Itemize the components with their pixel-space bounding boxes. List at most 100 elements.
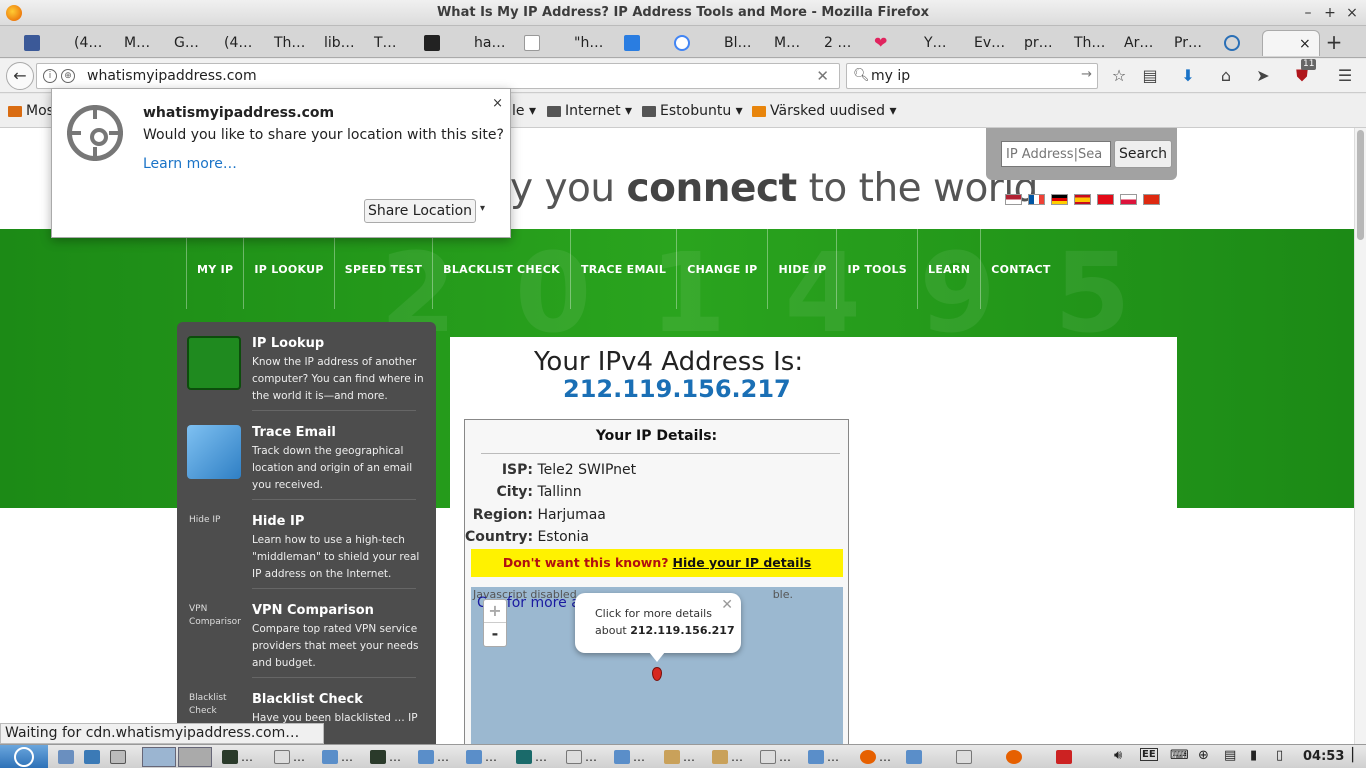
taskbar-item[interactable]: … [466,747,497,767]
clear-url-icon[interactable]: ✕ [816,67,829,85]
workspace-2[interactable] [178,747,212,767]
taskbar-item[interactable] [906,747,925,767]
share-options-dropdown[interactable]: ▾ [480,203,485,214]
tr-flag-icon[interactable] [1097,194,1114,205]
close-window-button[interactable]: × [1342,3,1362,23]
clock[interactable]: 04:53 [1303,749,1344,764]
tab[interactable]: "h… [574,30,603,56]
zoom-out-button[interactable]: - [484,623,506,646]
sidebar-item-vpn-comparison[interactable]: VPN Comparison VPN Comparison Compare to… [177,589,436,678]
send-icon[interactable]: ➤ [1252,65,1274,87]
taskbar-item[interactable]: … [712,747,743,767]
launcher-window-icon[interactable] [110,747,129,767]
taskbar-item[interactable]: … [274,747,305,767]
menu-learn[interactable]: LEARN [917,229,980,309]
vertical-scrollbar[interactable] [1354,128,1366,744]
tab[interactable]: M… [124,30,150,56]
url-text[interactable]: whatismyipaddress.com [87,68,257,84]
taskbar-item-firefox[interactable]: … [860,747,891,767]
keyboard-layout-icon[interactable]: EE [1140,748,1158,761]
keyboard-icon[interactable]: ⌨ [1170,748,1189,763]
tab-heart[interactable]: ❤ [874,30,896,56]
bookmark-most-visited[interactable]: Mos [8,103,54,119]
ublock-icon[interactable]: ⛊ 11 [1291,59,1317,87]
taskbar-item-firefox-2[interactable] [1006,747,1025,767]
reading-list-icon[interactable]: ▤ [1139,65,1161,87]
taskbar-item[interactable]: … [222,747,253,767]
start-button[interactable] [0,745,48,768]
de-flag-icon[interactable] [1051,194,1068,205]
tab[interactable]: (4… [224,30,252,56]
close-popup-button[interactable]: × [492,96,503,111]
tab[interactable]: ha… [474,30,505,56]
menu-contact[interactable]: CONTACT [980,229,1060,309]
zoom-in-button[interactable]: + [484,600,506,623]
tab[interactable]: pr… [1024,30,1053,56]
bookmark-rss-news[interactable]: Värsked uudised ▾ [752,103,896,119]
taskbar-item[interactable]: … [808,747,839,767]
menu-trace-email[interactable]: TRACE EMAIL [569,229,676,309]
download-icon[interactable]: ⬇ [1177,65,1199,87]
search-go-icon[interactable]: → [1081,67,1092,82]
tab[interactable]: Ar… [1124,30,1153,56]
tab-active[interactable]: × [1262,30,1320,56]
menu-speed-test[interactable]: SPEED TEST [333,229,432,309]
tab[interactable]: M… [774,30,800,56]
tab[interactable]: G… [174,30,199,56]
location-permission-icon[interactable]: ⊕ [61,69,75,83]
tab[interactable]: 2 … [824,30,851,56]
taskbar-item[interactable]: … [418,747,449,767]
taskbar-item[interactable]: … [566,747,597,767]
menu-icon[interactable]: ☰ [1334,65,1356,87]
menu-my-ip[interactable]: MY IP [186,229,243,309]
workspace-1[interactable] [142,747,176,767]
cn-flag-icon[interactable] [1143,194,1160,205]
tab[interactable]: T… [374,30,397,56]
learn-more-link[interactable]: Learn more… [143,156,237,172]
tab-d[interactable] [624,30,646,56]
tab-nyt[interactable] [424,30,446,56]
tab-wikipedia[interactable] [524,30,546,56]
tab[interactable]: Pr… [1174,30,1202,56]
location-map[interactable]: Javascript disabledble. Cfor more about … [471,587,843,744]
tab[interactable]: (4… [74,30,102,56]
new-tab-button[interactable]: + [1322,30,1346,54]
taskbar-item[interactable]: … [322,747,353,767]
tab[interactable]: Bl… [724,30,752,56]
search-bar[interactable]: 🔍︎ → [846,63,1098,89]
taskbar-item[interactable]: … [760,747,791,767]
minimize-button[interactable]: – [1298,3,1318,23]
ip-search-input[interactable] [1001,141,1111,167]
volume-icon[interactable]: 🔊︎ [1114,748,1122,763]
sidebar-item-trace-email[interactable]: Trace Email Track down the geographical … [177,411,436,500]
tab[interactable]: lib… [324,30,355,56]
url-bar[interactable]: i ⊕ whatismyipaddress.com ✕ [36,63,840,89]
map-pin-icon[interactable] [652,667,662,681]
network-icon[interactable]: ▮ [1250,748,1257,763]
sidebar-item-ip-lookup[interactable]: IP Lookup Know the IP address of another… [177,322,436,411]
home-icon[interactable]: ⌂ [1215,65,1237,87]
taskbar-item[interactable] [956,747,975,767]
show-desktop-button[interactable]: ▏ [1352,748,1362,763]
bookmark-folder-estobuntu[interactable]: Estobuntu ▾ [642,103,743,119]
taskbar-item[interactable]: … [664,747,695,767]
tab[interactable]: Y… [924,30,947,56]
tab[interactable]: Ev… [974,30,1005,56]
launcher-files-icon[interactable] [58,747,77,767]
battery-icon[interactable]: ▯ [1276,748,1283,763]
maximize-button[interactable]: + [1320,3,1340,23]
search-input[interactable] [871,66,1071,86]
info-icon[interactable]: i [43,69,57,83]
menu-ip-tools[interactable]: IP TOOLS [836,229,917,309]
menu-ip-lookup[interactable]: IP LOOKUP [243,229,333,309]
back-button[interactable]: ← [6,62,34,90]
taskbar-item[interactable]: … [614,747,645,767]
site-search-button[interactable]: Search [1114,140,1172,168]
hide-ip-link[interactable]: Hide your IP details [673,555,812,570]
sidebar-item-hide-ip[interactable]: Hide IP Hide IP Learn how to use a high-… [177,500,436,589]
close-popup-icon[interactable]: ✕ [721,597,733,613]
menu-blacklist-check[interactable]: BLACKLIST CHECK [432,229,570,309]
tab[interactable]: Th… [274,30,305,56]
bookmark-star-icon[interactable]: ☆ [1108,65,1130,87]
taskbar-item[interactable]: … [516,747,547,767]
